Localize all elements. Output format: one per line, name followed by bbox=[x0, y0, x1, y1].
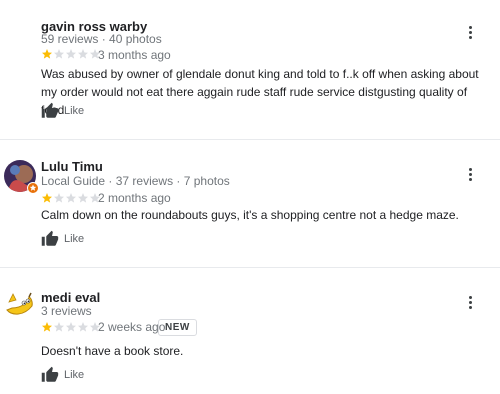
review-text: Calm down on the roundabouts guys, it's … bbox=[41, 208, 459, 222]
reviewer-meta: 59 reviews · 40 photos bbox=[41, 32, 162, 46]
reviewer-name[interactable]: Lulu Timu bbox=[41, 159, 103, 174]
star-filled-icon bbox=[42, 322, 52, 332]
star-empty-icon bbox=[54, 193, 64, 203]
star-rating bbox=[41, 321, 101, 333]
star-rating bbox=[41, 192, 101, 204]
star-empty-icon bbox=[66, 193, 76, 203]
thumbs-up-icon bbox=[41, 230, 59, 246]
thumbs-up-icon bbox=[41, 102, 59, 118]
star-rating bbox=[41, 48, 101, 60]
review-card: Lulu Timu Local Guide · 37 reviews · 7 p… bbox=[0, 140, 500, 268]
avatar[interactable] bbox=[4, 288, 36, 320]
review-text: Was abused by owner of glendale donut ki… bbox=[41, 67, 479, 117]
banana-avatar-icon bbox=[6, 292, 33, 315]
like-button[interactable]: Like bbox=[41, 102, 84, 120]
review-date: 2 months ago bbox=[98, 191, 171, 205]
reviewer-name[interactable]: medi eval bbox=[41, 290, 100, 305]
star-empty-icon bbox=[66, 322, 76, 332]
star-filled-icon bbox=[42, 49, 52, 59]
star-empty-icon bbox=[78, 193, 88, 203]
like-button[interactable]: Like bbox=[41, 230, 84, 248]
like-label: Like bbox=[64, 233, 85, 245]
more-options-icon[interactable] bbox=[461, 291, 479, 313]
review-date: 2 weeks ago bbox=[98, 320, 166, 334]
new-badge: NEW bbox=[158, 319, 197, 336]
like-label: Like bbox=[64, 369, 85, 381]
review-card: gavin ross warby 59 reviews · 40 photos … bbox=[0, 0, 500, 140]
thumbs-up-icon bbox=[41, 366, 59, 382]
star-empty-icon bbox=[78, 322, 88, 332]
star-filled-icon bbox=[42, 193, 52, 203]
star-empty-icon bbox=[78, 49, 88, 59]
local-guide-badge-icon bbox=[27, 182, 39, 194]
more-options-icon[interactable] bbox=[461, 163, 479, 185]
review-date: 3 months ago bbox=[98, 48, 171, 62]
like-button[interactable]: Like bbox=[41, 366, 84, 384]
reviewer-meta: 3 reviews bbox=[41, 304, 92, 318]
review-text: Doesn't have a book store. bbox=[41, 344, 184, 358]
local-guide-label: Local Guide bbox=[41, 174, 106, 188]
more-options-icon[interactable] bbox=[461, 21, 479, 43]
star-empty-icon bbox=[54, 49, 64, 59]
star-empty-icon bbox=[66, 49, 76, 59]
star-empty-icon bbox=[54, 322, 64, 332]
review-card: medi eval 3 reviews 2 weeks ago NEW Does… bbox=[0, 268, 500, 394]
reviewer-stats: · 37 reviews · 7 photos bbox=[105, 174, 230, 188]
reviewer-meta: Local Guide · 37 reviews · 7 photos bbox=[41, 174, 230, 188]
like-label: Like bbox=[64, 105, 85, 117]
